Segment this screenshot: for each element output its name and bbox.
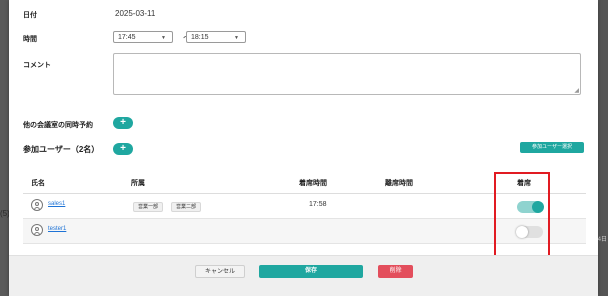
seat-time-value: 17:58 [309, 201, 327, 208]
chevron-down-icon: ▼ [234, 35, 239, 41]
participants-heading: 参加ユーザー（2名） [23, 145, 100, 154]
column-header-name: 氏名 [31, 180, 45, 187]
other-rooms-label: 他の会議室の同時予約 [23, 122, 93, 129]
plus-icon: + [120, 117, 126, 128]
user-link-tester1[interactable]: tester1 [48, 226, 66, 232]
user-avatar-icon [31, 199, 43, 211]
select-participants-button[interactable]: 参加ユーザー選択 [520, 142, 584, 153]
comment-label: コメント [23, 62, 51, 69]
dept-tag: 営業一部 [133, 202, 164, 212]
column-header-leave-time: 離席時間 [385, 180, 413, 187]
add-participant-button[interactable]: + [113, 143, 133, 155]
end-time-value: 18:15 [191, 34, 209, 41]
add-other-room-button[interactable]: + [113, 117, 133, 129]
background-right-strip [598, 0, 608, 296]
highlight-box [494, 172, 550, 258]
user-link-sales1[interactable]: sales1 [48, 201, 65, 207]
start-time-select[interactable]: 17:45 ▼ [113, 31, 173, 43]
start-time-value: 17:45 [118, 34, 136, 41]
end-time-select[interactable]: 18:15 ▼ [186, 31, 246, 43]
user-avatar-icon [31, 224, 43, 236]
column-header-dept: 所属 [131, 180, 145, 187]
comment-textarea[interactable]: ◢ [113, 53, 581, 95]
column-header-seat-time: 着席時間 [299, 180, 327, 187]
background-left-strip [0, 0, 9, 296]
cancel-button[interactable]: キャンセル [195, 265, 245, 278]
date-value: 2025-03-11 [115, 9, 156, 18]
reservation-modal: 日付 2025-03-11 時間 17:45 ▼ 〜 18:15 ▼ コメント … [9, 0, 598, 296]
time-label: 時間 [23, 36, 37, 43]
resize-handle-icon[interactable]: ◢ [574, 88, 579, 94]
delete-button[interactable]: 削除 [378, 265, 413, 278]
date-label: 日付 [23, 12, 37, 19]
plus-icon: + [120, 143, 126, 154]
chevron-down-icon: ▼ [161, 35, 166, 41]
save-button[interactable]: 保存 [259, 265, 363, 278]
dept-tag: 営業二部 [171, 202, 202, 212]
